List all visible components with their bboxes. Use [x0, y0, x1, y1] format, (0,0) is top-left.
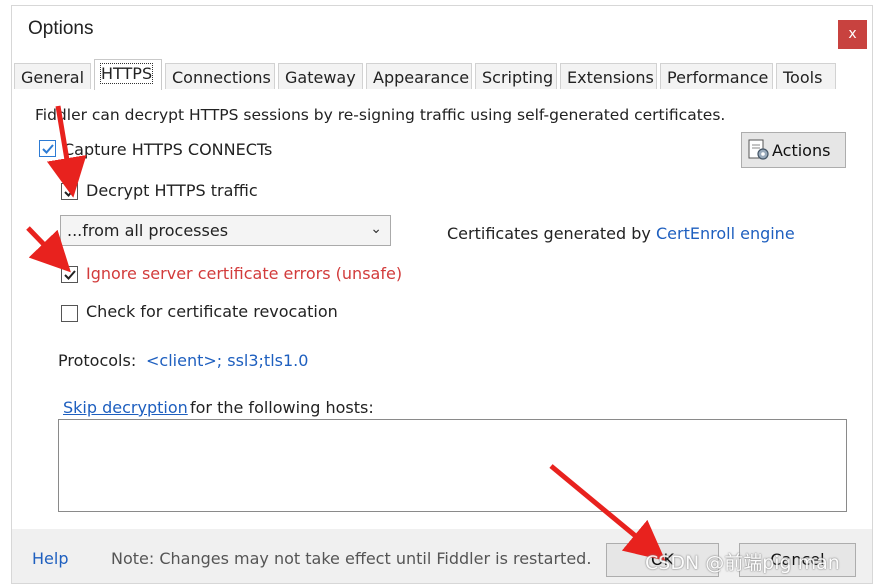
- tab-extensions[interactable]: Extensions: [560, 63, 657, 89]
- tab-label: Performance: [667, 68, 769, 87]
- decrypt-https-checkbox[interactable]: [61, 183, 78, 200]
- decrypt-https-label: Decrypt HTTPS traffic: [86, 181, 258, 200]
- checkmark-icon: [64, 270, 76, 280]
- tab-performance[interactable]: Performance: [660, 63, 773, 89]
- options-dialog: Options x General HTTPS Connections Gate…: [11, 5, 873, 584]
- tab-appearance[interactable]: Appearance: [366, 63, 472, 89]
- tab-label: Scripting: [482, 68, 554, 87]
- close-button[interactable]: x: [838, 20, 867, 49]
- actions-label: Actions: [772, 141, 831, 160]
- tab-label: Connections: [172, 68, 271, 87]
- https-description: Fiddler can decrypt HTTPS sessions by re…: [35, 106, 726, 124]
- tab-tools[interactable]: Tools: [776, 63, 836, 89]
- certificate-gear-icon: [748, 139, 769, 160]
- cert-prefix: Certificates generated by: [447, 224, 651, 243]
- actions-button[interactable]: Actions: [741, 132, 846, 168]
- cert-generated-text: Certificates generated by CertEnroll eng…: [447, 224, 795, 243]
- tab-https[interactable]: HTTPS: [94, 59, 162, 91]
- tab-general[interactable]: General: [14, 63, 91, 89]
- ignore-cert-errors-checkbox[interactable]: [61, 266, 78, 283]
- dialog-title: Options: [28, 18, 94, 39]
- tab-connections[interactable]: Connections: [165, 63, 275, 89]
- tab-strip: General HTTPS Connections Gateway Appear…: [14, 59, 844, 91]
- watermark: CSDN @前端pig man: [645, 552, 840, 574]
- tab-label: HTTPS: [99, 63, 154, 84]
- close-icon: x: [848, 26, 857, 42]
- title-bar: Options x: [12, 6, 872, 50]
- skip-decryption-link[interactable]: Skip decryption: [63, 398, 188, 417]
- skip-hosts-label: for the following hosts:: [190, 398, 374, 417]
- cert-revocation-label: Check for certificate revocation: [86, 302, 338, 321]
- restart-note: Note: Changes may not take effect until …: [111, 549, 592, 568]
- cert-engine-link[interactable]: CertEnroll engine: [656, 224, 795, 243]
- tab-label: Gateway: [285, 68, 356, 87]
- protocols-label: Protocols:: [58, 351, 137, 370]
- capture-https-checkbox[interactable]: [39, 140, 56, 157]
- process-filter-dropdown[interactable]: ...from all processes ⌄: [60, 215, 391, 246]
- ignore-cert-errors-label: Ignore server certificate errors (unsafe…: [86, 264, 403, 283]
- tab-label: General: [21, 68, 85, 87]
- tab-label: Tools: [783, 68, 823, 87]
- protocols-link[interactable]: <client>; ssl3;tls1.0: [146, 351, 308, 370]
- process-filter-value: ...from all processes: [67, 221, 229, 240]
- tab-scripting[interactable]: Scripting: [475, 63, 557, 89]
- chevron-down-icon: ⌄: [370, 221, 382, 237]
- checkmark-icon: [42, 144, 54, 154]
- help-link[interactable]: Help: [32, 549, 68, 568]
- tab-label: Appearance: [373, 68, 470, 87]
- tab-gateway[interactable]: Gateway: [278, 63, 363, 89]
- capture-https-label: Capture HTTPS CONNECTs: [63, 140, 273, 159]
- cert-revocation-checkbox[interactable]: [61, 305, 78, 322]
- skip-hosts-textarea[interactable]: [58, 419, 847, 512]
- checkmark-icon: [64, 187, 76, 197]
- tab-label: Extensions: [567, 68, 654, 87]
